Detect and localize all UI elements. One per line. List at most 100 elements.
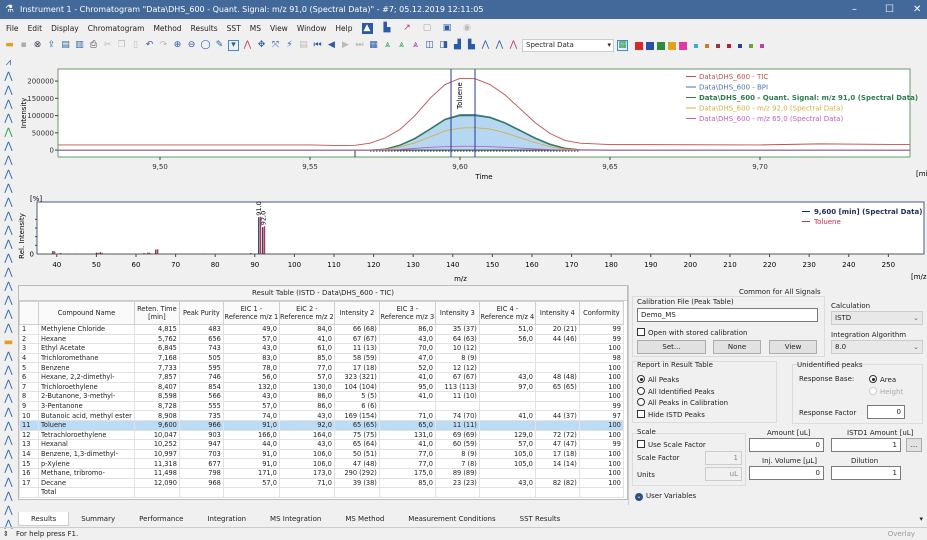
chromatogram-tool-icon[interactable]: ⋀ <box>4 169 12 180</box>
none-button[interactable]: None <box>713 340 761 354</box>
trace-color-swatch[interactable] <box>679 41 687 50</box>
user-variables-toggle[interactable]: ⌄ User Variables <box>635 492 696 501</box>
grid-toggle-icon[interactable]: ▦ <box>617 40 628 51</box>
dilution-input[interactable]: 1 <box>831 466 901 480</box>
menu-help[interactable]: Help <box>335 24 352 33</box>
menu-edit[interactable]: Edit <box>28 24 43 33</box>
column-header[interactable]: EIC 2 - Reference m/z 2 <box>278 301 335 325</box>
fit-icon[interactable]: ⤧ <box>270 40 281 51</box>
table-icon[interactable]: ▦ <box>368 40 379 51</box>
table-row[interactable]: 7 Trichloroethylene 8,407 854 132,0 130,0 104 … <box>19 381 624 393</box>
table-row[interactable]: 15 p-Xylene 11,318 677 91,0 106,0 47 (48) 77,0 7… <box>19 458 624 469</box>
result-grid[interactable]: Compound Name Reten. Time [min] Peak Purit… <box>19 301 624 498</box>
chromatogram-tool-icon[interactable]: ⋀ <box>4 281 12 292</box>
library-icon[interactable]: ▙ <box>382 23 393 34</box>
calibration-file-input[interactable]: Demo_MS <box>637 308 818 322</box>
zoom-in-icon[interactable]: ⊕ <box>172 40 183 51</box>
peak-add-icon[interactable]: ⩓ <box>396 40 407 51</box>
spectrum-icon[interactable]: ▲ <box>361 22 373 34</box>
next-icon[interactable]: ▶ <box>340 40 351 51</box>
column-header[interactable]: Peak Purity <box>178 301 224 325</box>
chromatogram-tool-icon[interactable]: ⋀ <box>4 463 12 474</box>
tab-measurement-conditions[interactable]: Measurement Conditions <box>396 512 507 526</box>
menu-view[interactable]: View <box>270 24 288 33</box>
table-row[interactable]: 4 Trichloromethane 7,168 505 83,0 85,0 58 (59)… <box>19 352 624 364</box>
inj-volume-input[interactable]: 0 <box>749 466 824 480</box>
chromatogram-tool-icon[interactable]: ⋀ <box>4 379 12 390</box>
tab-sst-results[interactable]: SST Results <box>508 512 573 526</box>
open-folder-icon[interactable]: ▬ <box>4 40 15 51</box>
calculation-select[interactable]: ISTD ⌄ <box>831 311 923 325</box>
tab-results[interactable]: Results <box>18 512 70 526</box>
chromatogram-tool-icon[interactable]: ⋀ <box>4 71 12 82</box>
column-header[interactable]: Conformity <box>578 301 624 325</box>
table-row[interactable]: 10 Butanoic acid, methyl ester 8,908 735 74,… <box>19 410 624 421</box>
chromatogram-tool-icon[interactable]: ⋀ <box>4 351 12 362</box>
column-header[interactable]: EIC 3 - Reference m/z 3 <box>378 301 436 325</box>
print-preview-icon[interactable]: ▥ <box>74 40 85 51</box>
cut-icon[interactable]: ✂ <box>102 40 113 51</box>
chromatogram-tool-icon[interactable]: ⋀ <box>4 253 12 264</box>
use-scale-checkbox[interactable]: Use Scale Factor <box>637 440 706 449</box>
menu-ms[interactable]: MS <box>250 24 261 33</box>
chromatogram-tool-icon[interactable]: ⋀ <box>4 491 12 502</box>
chromatogram-tool-icon[interactable]: ⩘ <box>6 57 12 68</box>
table-row[interactable]: 14 Benzene, 1,3-dimethyl- 10,997 703 91,0 106… <box>19 448 624 460</box>
peak-icon[interactable]: ⋀ <box>242 40 253 51</box>
chromatogram-tool-icon[interactable]: ⋀ <box>4 407 12 418</box>
stack-icon[interactable]: ⋀ <box>494 40 505 51</box>
amount-input[interactable]: 0 <box>749 438 824 452</box>
chromatogram-tool-icon[interactable]: ⋀ <box>4 449 12 460</box>
table-row[interactable]: 5 Benzene 7,733 595 78,0 77,0 17 (18) 52,0 12 (1… <box>19 362 624 373</box>
result-table[interactable]: Result Table (ISTD - Data\DHS_600 - TIC)… <box>18 285 628 500</box>
spectrum-panel[interactable]: [%] Rel. Intensity 0 40 50 60 70 80 90 100 110 120 1… <box>18 190 927 285</box>
cursor-mode-icon[interactable]: ▾ <box>228 40 239 51</box>
table-row[interactable]: 9 3-Pentanone 8,728 555 57,0 86,0 6 (6) 99 <box>19 400 624 412</box>
help-icon[interactable]: ◉ <box>462 23 473 34</box>
color-swatch[interactable] <box>694 43 698 48</box>
color-swatch[interactable] <box>716 43 720 48</box>
book-icon[interactable]: ◫ <box>424 40 435 51</box>
trace-color-swatch[interactable] <box>668 41 676 50</box>
chromatogram-tool-icon[interactable]: ⋀ <box>4 421 12 432</box>
menu-display[interactable]: Display <box>51 24 79 33</box>
wrench-icon[interactable]: ✎ <box>214 40 225 51</box>
signal-select[interactable]: Spectral Data ▾ <box>522 39 614 52</box>
chromatogram-tool-icon[interactable]: ⋀ <box>4 323 12 334</box>
set-button[interactable]: Set... <box>637 340 706 354</box>
column-header[interactable]: Reten. Time [min] <box>133 301 180 325</box>
table-row[interactable]: 16 Methane, tribromo- 11,498 798 171,0 173,0 2… <box>19 467 624 479</box>
radio-identified-peaks[interactable]: All Identified Peaks <box>637 387 715 396</box>
menu-method[interactable]: Method <box>153 24 181 33</box>
integrate-icon[interactable]: ⚡ <box>284 40 295 51</box>
menu-results[interactable]: Results <box>191 24 218 33</box>
chromatogram-tool-icon[interactable]: ⋀ <box>4 113 12 124</box>
menu-window[interactable]: Window <box>297 24 327 33</box>
close-file-icon[interactable]: ⊗ <box>32 40 43 51</box>
chromatogram-tool-icon[interactable]: ⋀ <box>4 505 12 516</box>
more-button[interactable]: ... <box>906 438 922 452</box>
menu-file[interactable]: File <box>6 24 19 33</box>
chromatogram-tool-icon[interactable]: ⋀ <box>4 85 12 96</box>
table-row[interactable]: 1 Methylene Chloride 4,815 483 49,0 84,0 66 (6… <box>19 324 624 335</box>
column-header[interactable]: Intensity 2 <box>333 301 380 325</box>
istd-amount-input[interactable]: 1 <box>831 438 901 452</box>
chromatogram-tool-icon[interactable]: ⋀ <box>4 393 12 404</box>
trace-color-swatch[interactable] <box>635 41 643 50</box>
table-row[interactable]: 12 Tetrachloroethylene 10,047 903 166,0 164,0… <box>19 429 624 441</box>
folder-icon[interactable]: ▬ <box>4 337 13 348</box>
chromatogram-chart[interactable]: 0 50000 100000 150000 200000 9,50 9,55 9,60 9,65… <box>18 62 927 187</box>
print-icon[interactable]: ⎙ <box>88 40 99 51</box>
column-header[interactable]: EIC 4 - Reference m/z 4 <box>478 301 536 325</box>
trace-color-swatch[interactable] <box>657 41 665 50</box>
column-header[interactable]: EIC 1 - Reference m/z 1 <box>222 301 280 325</box>
report-icon[interactable]: ▣ <box>442 23 453 34</box>
tab-ms-integration[interactable]: MS Integration <box>258 512 333 526</box>
prev-icon[interactable]: ◀ <box>326 40 337 51</box>
move-icon[interactable]: ✥ <box>256 40 267 51</box>
chromatogram-panel[interactable]: 0 50000 100000 150000 200000 9,50 9,55 9,60 9,65… <box>18 62 927 187</box>
algorithm-select[interactable]: 8.0 ⌄ <box>831 340 923 354</box>
chromatogram-tool-icon[interactable]: ⋀ <box>4 127 12 138</box>
layout-icon[interactable]: ▤ <box>298 40 309 51</box>
calibration-icon[interactable]: ◨ <box>438 40 449 51</box>
